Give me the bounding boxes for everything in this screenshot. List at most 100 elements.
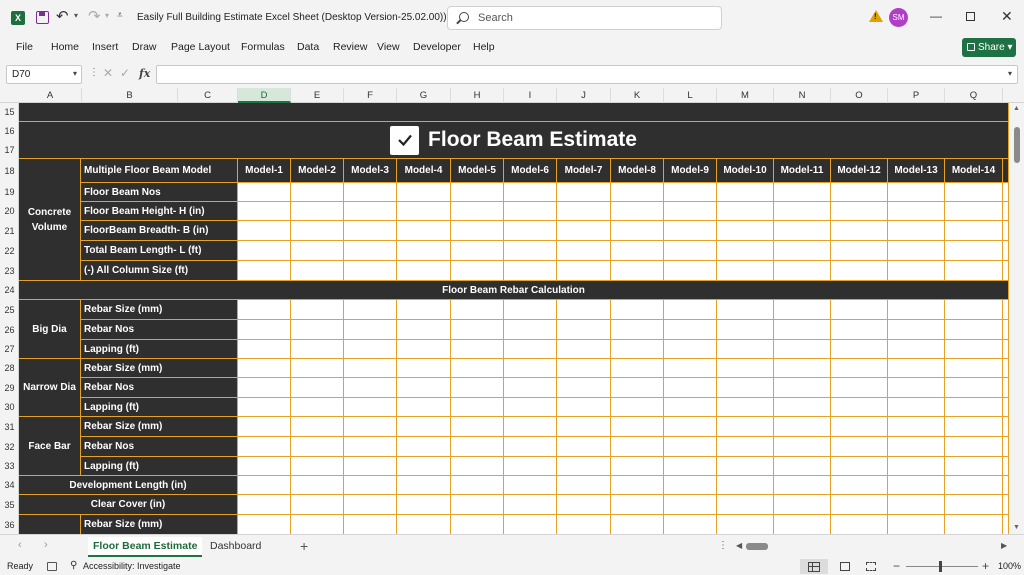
data-cell[interactable]	[344, 476, 397, 495]
column-header-n[interactable]: N	[774, 88, 831, 103]
data-cell[interactable]	[664, 241, 717, 261]
data-cell[interactable]	[504, 417, 557, 437]
model-header-6[interactable]: Model-6	[504, 159, 557, 183]
column-header-d[interactable]: D	[238, 88, 291, 103]
model-header-12[interactable]: Model-12	[831, 159, 888, 183]
data-cell[interactable]	[717, 476, 774, 495]
data-cell[interactable]	[291, 437, 344, 457]
expand-formula-icon[interactable]: ▾	[1008, 69, 1012, 78]
data-cell[interactable]	[451, 398, 504, 417]
data-cell[interactable]	[1003, 221, 1009, 241]
data-cell[interactable]	[504, 515, 557, 534]
data-cell[interactable]	[291, 241, 344, 261]
data-cell[interactable]	[945, 340, 1003, 359]
row-header-30[interactable]: 30	[0, 398, 18, 417]
data-cell[interactable]	[1003, 300, 1009, 320]
data-cell[interactable]	[557, 437, 611, 457]
zoom-level[interactable]: 100%	[998, 561, 1021, 571]
data-cell[interactable]	[451, 437, 504, 457]
last-group-cell[interactable]	[19, 515, 81, 534]
data-cell[interactable]	[238, 359, 291, 378]
data-cell[interactable]	[611, 241, 664, 261]
data-cell[interactable]	[291, 221, 344, 241]
row-header-34[interactable]: 34	[0, 476, 18, 495]
data-cell[interactable]	[504, 221, 557, 241]
data-cell[interactable]	[451, 515, 504, 534]
data-cell[interactable]	[1003, 437, 1009, 457]
column-header-o[interactable]: O	[831, 88, 888, 103]
tab-split-icon[interactable]: ⋮	[718, 540, 728, 551]
data-cell[interactable]	[557, 241, 611, 261]
data-cell[interactable]	[557, 221, 611, 241]
data-cell[interactable]	[888, 261, 945, 281]
data-cell[interactable]	[717, 437, 774, 457]
clear-cover-cell[interactable]: Clear Cover (in)	[19, 495, 238, 515]
column-header-f[interactable]: F	[344, 88, 397, 103]
scroll-left-icon[interactable]: ◀	[736, 541, 742, 550]
row-header-36[interactable]: 36	[0, 515, 18, 534]
data-cell[interactable]	[717, 300, 774, 320]
data-cell[interactable]	[664, 457, 717, 476]
data-cell[interactable]	[238, 340, 291, 359]
data-cell[interactable]	[344, 183, 397, 202]
model-header-5[interactable]: Model-5	[451, 159, 504, 183]
data-cell[interactable]	[888, 476, 945, 495]
data-cell[interactable]	[557, 261, 611, 281]
data-cell[interactable]	[504, 476, 557, 495]
data-cell[interactable]	[611, 300, 664, 320]
data-cell[interactable]	[774, 320, 831, 340]
concrete-volume-group[interactable]: Concrete Volume	[19, 159, 81, 281]
save-icon[interactable]	[36, 11, 49, 24]
model-header-1[interactable]: Model-1	[238, 159, 291, 183]
close-icon[interactable]: ✕	[1001, 8, 1013, 25]
sheet-title-cell[interactable]: Floor Beam Estimate	[19, 122, 1009, 159]
data-cell[interactable]	[774, 515, 831, 534]
data-cell[interactable]	[344, 261, 397, 281]
data-cell[interactable]	[831, 457, 888, 476]
concrete-item-5[interactable]: (-) All Column Size (ft)	[81, 261, 238, 281]
menu-review[interactable]: Review	[333, 41, 367, 53]
data-cell[interactable]	[664, 221, 717, 241]
data-cell[interactable]	[504, 495, 557, 515]
data-cell[interactable]	[717, 495, 774, 515]
data-cell[interactable]	[945, 359, 1003, 378]
data-cell[interactable]	[291, 359, 344, 378]
maximize-icon[interactable]	[966, 12, 975, 21]
data-cell[interactable]	[774, 241, 831, 261]
concrete-item-3[interactable]: FloorBeam Breadth- B (in)	[81, 221, 238, 241]
chevron-right-icon[interactable]: ›	[44, 539, 48, 551]
data-cell[interactable]	[238, 398, 291, 417]
avatar[interactable]: SM	[889, 8, 908, 27]
column-header-c[interactable]: C	[178, 88, 238, 103]
data-cell[interactable]	[831, 378, 888, 398]
spreadsheet-grid[interactable]: Floor Beam Estimate Multiple Floor Beam …	[19, 103, 1009, 534]
model-header-14[interactable]: Model-14	[945, 159, 1003, 183]
data-cell[interactable]	[291, 320, 344, 340]
data-cell[interactable]	[238, 515, 291, 534]
data-cell[interactable]	[611, 457, 664, 476]
data-cell[interactable]	[717, 261, 774, 281]
data-cell[interactable]	[774, 340, 831, 359]
data-cell[interactable]	[611, 378, 664, 398]
data-cell[interactable]	[664, 476, 717, 495]
data-cell[interactable]	[238, 495, 291, 515]
concrete-item-2[interactable]: Floor Beam Height- H (in)	[81, 202, 238, 221]
data-cell[interactable]	[238, 476, 291, 495]
data-cell[interactable]	[451, 241, 504, 261]
row-header-23[interactable]: 23	[0, 261, 18, 281]
menu-help[interactable]: Help	[473, 41, 495, 53]
formula-input[interactable]: ▾	[156, 65, 1018, 84]
data-cell[interactable]	[397, 476, 451, 495]
model-header-9[interactable]: Model-9	[664, 159, 717, 183]
data-cell[interactable]	[831, 359, 888, 378]
data-cell[interactable]	[945, 417, 1003, 437]
data-cell[interactable]	[774, 183, 831, 202]
data-cell[interactable]	[717, 457, 774, 476]
data-cell[interactable]	[664, 183, 717, 202]
data-cell[interactable]	[945, 515, 1003, 534]
scroll-down-icon[interactable]: ▼	[1013, 524, 1020, 531]
data-cell[interactable]	[831, 417, 888, 437]
column-header-l[interactable]: L	[664, 88, 717, 103]
menu-draw[interactable]: Draw	[132, 41, 157, 53]
row-header-29[interactable]: 29	[0, 378, 18, 398]
